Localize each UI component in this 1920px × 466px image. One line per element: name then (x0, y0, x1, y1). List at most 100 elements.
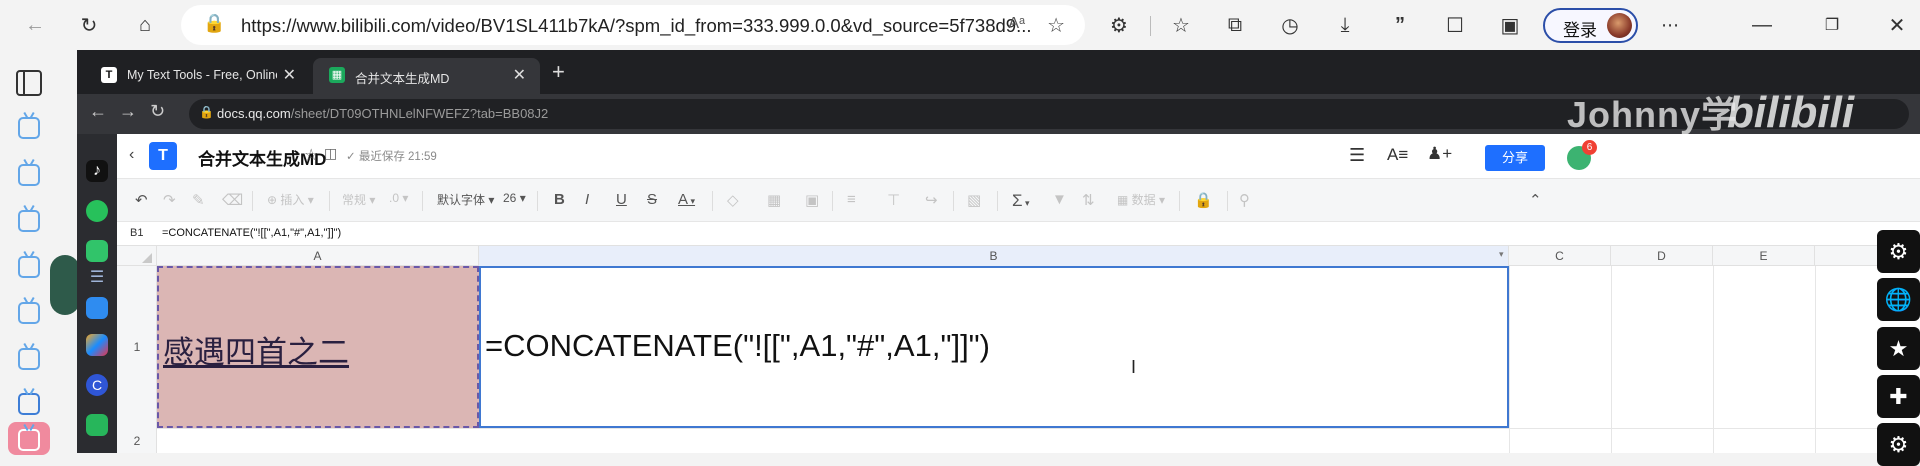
back-icon[interactable]: ← (18, 8, 52, 42)
select-all-corner[interactable] (117, 246, 157, 266)
refresh-icon[interactable]: ↻ (72, 8, 106, 42)
new-tab-icon[interactable]: + (552, 59, 565, 85)
column-header-b[interactable]: B (479, 246, 1509, 266)
insert-button[interactable]: ⊕ 插入 ▾ (267, 191, 314, 208)
number-format-select[interactable]: 常规 ▾ (342, 191, 375, 208)
column-header-c[interactable]: C (1509, 246, 1611, 266)
collapse-toolbar-icon[interactable]: ⌃ (1529, 191, 1542, 209)
apps-grid-icon[interactable]: ✚ (1877, 375, 1920, 418)
refresh-icon[interactable]: ↻ (150, 101, 165, 122)
app-icon[interactable] (86, 334, 108, 356)
font-family-select[interactable]: 默认字体 ▾ (437, 191, 494, 208)
format-painter-icon[interactable]: ✎ (192, 191, 205, 209)
forward-icon[interactable]: → (119, 101, 137, 122)
column-header-e[interactable]: E (1713, 246, 1815, 266)
quote-icon[interactable]: ” (1383, 8, 1417, 42)
row-header-1[interactable]: 1 (117, 340, 157, 354)
toggle-icon[interactable]: ⚙ (1877, 230, 1920, 273)
close-tab-icon[interactable]: ✕ (283, 65, 296, 85)
menu-icon[interactable]: ☰ (1349, 145, 1365, 166)
wrap-text-icon[interactable]: ↪ (925, 191, 938, 209)
cell-b1-value[interactable]: =CONCATENATE("![[",A1,"#",A1,"]]") (485, 328, 990, 364)
vertical-align-icon[interactable]: ⊤ (887, 191, 900, 209)
close-tab-icon[interactable]: ✕ (513, 65, 526, 85)
close-icon[interactable]: ✕ (1880, 8, 1914, 42)
tencent-docs-logo[interactable]: T (149, 142, 177, 170)
cell-b1[interactable]: =CONCATENATE("![[",A1,"#",A1,"]]") I (479, 266, 1509, 428)
clear-format-icon[interactable]: ⌫ (222, 191, 243, 209)
underline-button[interactable]: U (616, 191, 627, 208)
bilibili-tv-icon[interactable] (18, 117, 40, 139)
column-header-d[interactable]: D (1611, 246, 1713, 266)
more-icon[interactable]: ⋯ (1653, 8, 1687, 42)
protect-icon[interactable]: 🔒 (1194, 191, 1213, 209)
bilibili-tv-icon[interactable] (18, 348, 40, 370)
filter-icon[interactable]: ▼ (1052, 191, 1067, 208)
bilibili-tv-icon[interactable] (18, 393, 40, 415)
address-bar-url[interactable]: https://www.bilibili.com/video/BV1SL411b… (241, 15, 1032, 37)
decimal-button[interactable]: .0 ▾ (389, 191, 408, 205)
folder-icon[interactable]: ◫ (324, 145, 337, 162)
cell-a1[interactable]: 感遇四首之二 (157, 266, 479, 428)
collections-icon[interactable]: ⧉ (1218, 8, 1252, 42)
column-menu-icon[interactable]: ▾ (1499, 249, 1504, 260)
tab-my-text-tools[interactable]: T My Text Tools - Free, Online ✕ (85, 58, 310, 94)
read-aloud-icon[interactable]: Aᵃ (1008, 15, 1025, 33)
bookmark-star-icon[interactable]: ★ (1877, 327, 1920, 370)
login-button[interactable]: 登录 (1543, 8, 1638, 43)
search-icon[interactable]: ⚲ (1239, 191, 1250, 209)
inner-url-text[interactable]: docs.qq.com/sheet/DT09OTHNLelNFWEFZ?tab=… (217, 106, 548, 121)
italic-button[interactable]: I (585, 191, 589, 208)
sidebar-handle[interactable] (50, 255, 80, 315)
star-icon[interactable]: ☆ (304, 145, 318, 165)
formula-input[interactable]: =CONCATENATE("![[",A1,"#",A1,"]]") (162, 227, 341, 239)
strikethrough-button[interactable]: S (647, 191, 657, 208)
data-menu-button[interactable]: ▦ 数据 ▾ (1117, 191, 1165, 208)
extensions-icon[interactable]: ⚙ (1102, 8, 1136, 42)
app-icon[interactable] (86, 297, 108, 319)
bilibili-tv-icon[interactable] (18, 164, 40, 186)
bold-button[interactable]: B (554, 191, 565, 208)
font-size-select[interactable]: 26 ▾ (503, 191, 526, 205)
app-icon[interactable] (86, 414, 108, 436)
font-color-button[interactable]: A ▾ (678, 191, 695, 208)
freeze-icon[interactable]: ▧ (967, 191, 981, 209)
address-bar[interactable]: 🔒 https://www.bilibili.com/video/BV1SL41… (181, 5, 1085, 45)
back-icon[interactable]: ‹ (129, 146, 134, 164)
sidebar-active-item[interactable] (8, 422, 50, 455)
tab-sheet[interactable]: ▦ 合并文本生成MD ✕ (313, 58, 540, 94)
downloads-icon[interactable]: ⤓ (1328, 8, 1362, 42)
menu-icon[interactable]: ☰ (86, 267, 108, 289)
bilibili-tv-icon[interactable] (18, 256, 40, 278)
app-icon[interactable]: C (86, 374, 108, 396)
column-header-a[interactable]: A (157, 246, 479, 266)
favorite-add-icon[interactable]: ☆ (1047, 13, 1065, 38)
share-button[interactable]: 分享 (1485, 145, 1545, 171)
back-icon[interactable]: ← (89, 101, 107, 122)
vertical-tabs-icon[interactable] (16, 70, 42, 96)
wechat-icon[interactable] (86, 200, 108, 222)
bilibili-tv-icon[interactable] (18, 210, 40, 232)
settings-icon[interactable]: ⚙ (1877, 423, 1920, 466)
browser-essentials-icon[interactable]: ☐ (1438, 8, 1472, 42)
sum-button[interactable]: Σ ▾ (1012, 191, 1030, 211)
border-icon[interactable]: ▦ (767, 191, 781, 209)
cell-reference[interactable]: B1 (130, 227, 143, 239)
screenshot-icon[interactable]: ▣ (1493, 8, 1527, 42)
history-icon[interactable]: ◷ (1273, 8, 1307, 42)
add-collaborator-icon[interactable]: ♟+ (1427, 144, 1452, 164)
app-icon[interactable] (86, 240, 108, 262)
maximize-icon[interactable]: ❐ (1815, 8, 1849, 42)
undo-icon[interactable]: ↶ (135, 191, 148, 209)
sort-icon[interactable]: ⇅ (1082, 191, 1095, 209)
favorites-icon[interactable]: ☆ (1164, 8, 1198, 42)
lock-icon[interactable]: 🔒 (203, 13, 225, 34)
bilibili-tv-icon[interactable] (18, 302, 40, 324)
minimize-icon[interactable]: — (1745, 8, 1779, 42)
home-icon[interactable]: ⌂ (128, 8, 162, 42)
text-format-icon[interactable]: A≡ (1387, 145, 1408, 165)
align-icon[interactable]: ≡ (847, 191, 856, 208)
row-header-2[interactable]: 2 (117, 434, 157, 448)
tiktok-icon[interactable]: ♪ (86, 160, 108, 182)
redo-icon[interactable]: ↷ (163, 191, 176, 209)
